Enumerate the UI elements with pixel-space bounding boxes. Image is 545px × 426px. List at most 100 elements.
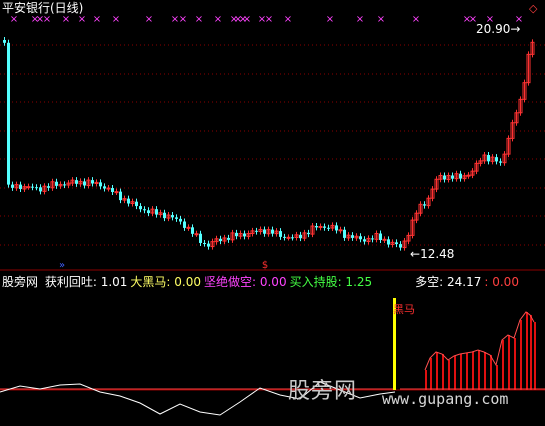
high-price-label: 20.90→	[476, 22, 520, 36]
candle-body-down	[395, 242, 398, 245]
candle-body-down	[263, 229, 266, 234]
candle-body-down	[291, 237, 294, 239]
candlestick-series	[3, 37, 535, 251]
histogram-bar	[430, 358, 432, 390]
signal-x-marker: ×	[214, 14, 222, 25]
signal-x-marker: ×	[284, 14, 292, 25]
candle-body-down	[443, 175, 446, 180]
histogram-bar	[490, 355, 492, 390]
candle-body-down	[47, 186, 50, 188]
histogram-bar	[496, 365, 498, 390]
signal-x-marker: ×	[43, 14, 51, 25]
candle-body-down	[119, 191, 122, 201]
histogram-bar	[425, 370, 427, 390]
candle-body-down	[255, 230, 258, 232]
price-grid	[0, 44, 545, 391]
candle-body-down	[143, 209, 146, 211]
candle-body-down	[335, 225, 338, 231]
candle-body-up	[114, 191, 119, 194]
candle-body-down	[127, 198, 130, 204]
candle-body-down	[323, 226, 326, 228]
candle-body-down	[207, 243, 210, 247]
candle-body-down	[359, 236, 362, 240]
candle-body-down	[83, 181, 86, 186]
diamond-outline-icon[interactable]: ◇	[529, 2, 537, 16]
candle-body-up	[318, 225, 323, 228]
candle-body-down	[11, 184, 14, 188]
candle-body-up	[382, 238, 387, 241]
candle-body-down	[315, 226, 318, 228]
candle-body-down	[343, 229, 346, 238]
signal-x-marker: ×	[145, 14, 153, 25]
candle-body-down	[7, 42, 10, 185]
candle-body-down	[3, 40, 6, 43]
candle-body-down	[351, 235, 354, 238]
histogram-bar	[472, 352, 474, 390]
histogram-bar	[502, 340, 504, 390]
histogram-bar	[466, 353, 468, 390]
candle-body-down	[171, 215, 174, 218]
histogram-bar	[534, 322, 536, 390]
high-price-value: 20.90	[476, 22, 511, 36]
candle-body-down	[91, 180, 94, 184]
low-price-label: ←12.48	[410, 247, 454, 261]
candle-body-down	[379, 233, 382, 241]
candle-body-down	[163, 212, 166, 219]
candle-body-down	[219, 238, 222, 242]
indicator-info-bar: 股旁网 获利回吐: 1.01 大黑马: 0.00 坚绝做空: 0.00 买入持股: 1…	[2, 275, 525, 289]
signal-x-marker: ×	[78, 14, 86, 25]
candle-body-down	[103, 186, 106, 189]
indicator-item: 获利回吐: 1.01	[44, 275, 128, 289]
histogram-bar	[454, 356, 456, 390]
indicator-name[interactable]: 股旁网	[2, 275, 38, 289]
candle-body-down	[327, 227, 330, 229]
indicator-item: 多空: 24.17	[415, 275, 482, 289]
indicator-item: 买入持股: 1.25	[289, 275, 373, 289]
arrow-left-icon: ←	[410, 247, 421, 261]
candle-body-down	[227, 237, 230, 240]
candle-body-down	[487, 155, 490, 162]
signal-x-marker: ×	[195, 14, 203, 25]
histogram-bar	[436, 352, 438, 390]
signal-x-marker: ×	[356, 14, 364, 25]
histogram-bar	[484, 352, 486, 390]
histogram-bar	[520, 320, 522, 390]
kline-chart-canvas[interactable]: × ××× × × × × × × × × × ×××× ×× × × × × × ×× × ×$»	[0, 0, 545, 426]
candle-body-down	[191, 227, 194, 234]
candle-body-down	[179, 218, 182, 222]
signal-x-marker: ×	[265, 14, 273, 25]
arrow-right-icon: →	[510, 22, 521, 36]
candle-body-up	[338, 229, 343, 232]
candle-body-down	[459, 173, 462, 179]
candle-body-down	[55, 181, 58, 186]
heima-signal-label: 黑马	[393, 303, 415, 316]
histogram-bar	[530, 315, 532, 390]
signal-x-marker: ×	[179, 14, 187, 25]
signal-x-marker: ×	[93, 14, 101, 25]
candle-body-down	[363, 239, 366, 242]
candle-body-down	[283, 236, 286, 238]
candle-body-down	[175, 217, 178, 219]
signal-x-marker: ×	[243, 14, 251, 25]
candle-body-down	[203, 242, 206, 244]
candle-body-down	[451, 175, 454, 179]
signal-x-marker: ×	[62, 14, 70, 25]
candle-body-down	[139, 206, 142, 210]
histogram-bar	[508, 335, 510, 390]
candle-body-up	[106, 187, 111, 190]
watermark-url: www.gupang.com	[382, 390, 509, 408]
candle-body-down	[235, 232, 238, 237]
candle-body-down	[271, 229, 274, 234]
histogram-bar	[460, 354, 462, 390]
candle-body-down	[31, 186, 34, 188]
candle-body-down	[147, 210, 150, 214]
histogram-bar	[478, 350, 480, 390]
candle-body-down	[387, 239, 390, 245]
candle-body-down	[499, 161, 502, 163]
candle-body-down	[63, 184, 66, 186]
histogram-bar	[448, 360, 450, 390]
candle-body-down	[371, 238, 374, 240]
histogram-bar	[514, 338, 516, 390]
dollar-marker: $	[262, 260, 268, 271]
candle-body-down	[99, 182, 102, 187]
